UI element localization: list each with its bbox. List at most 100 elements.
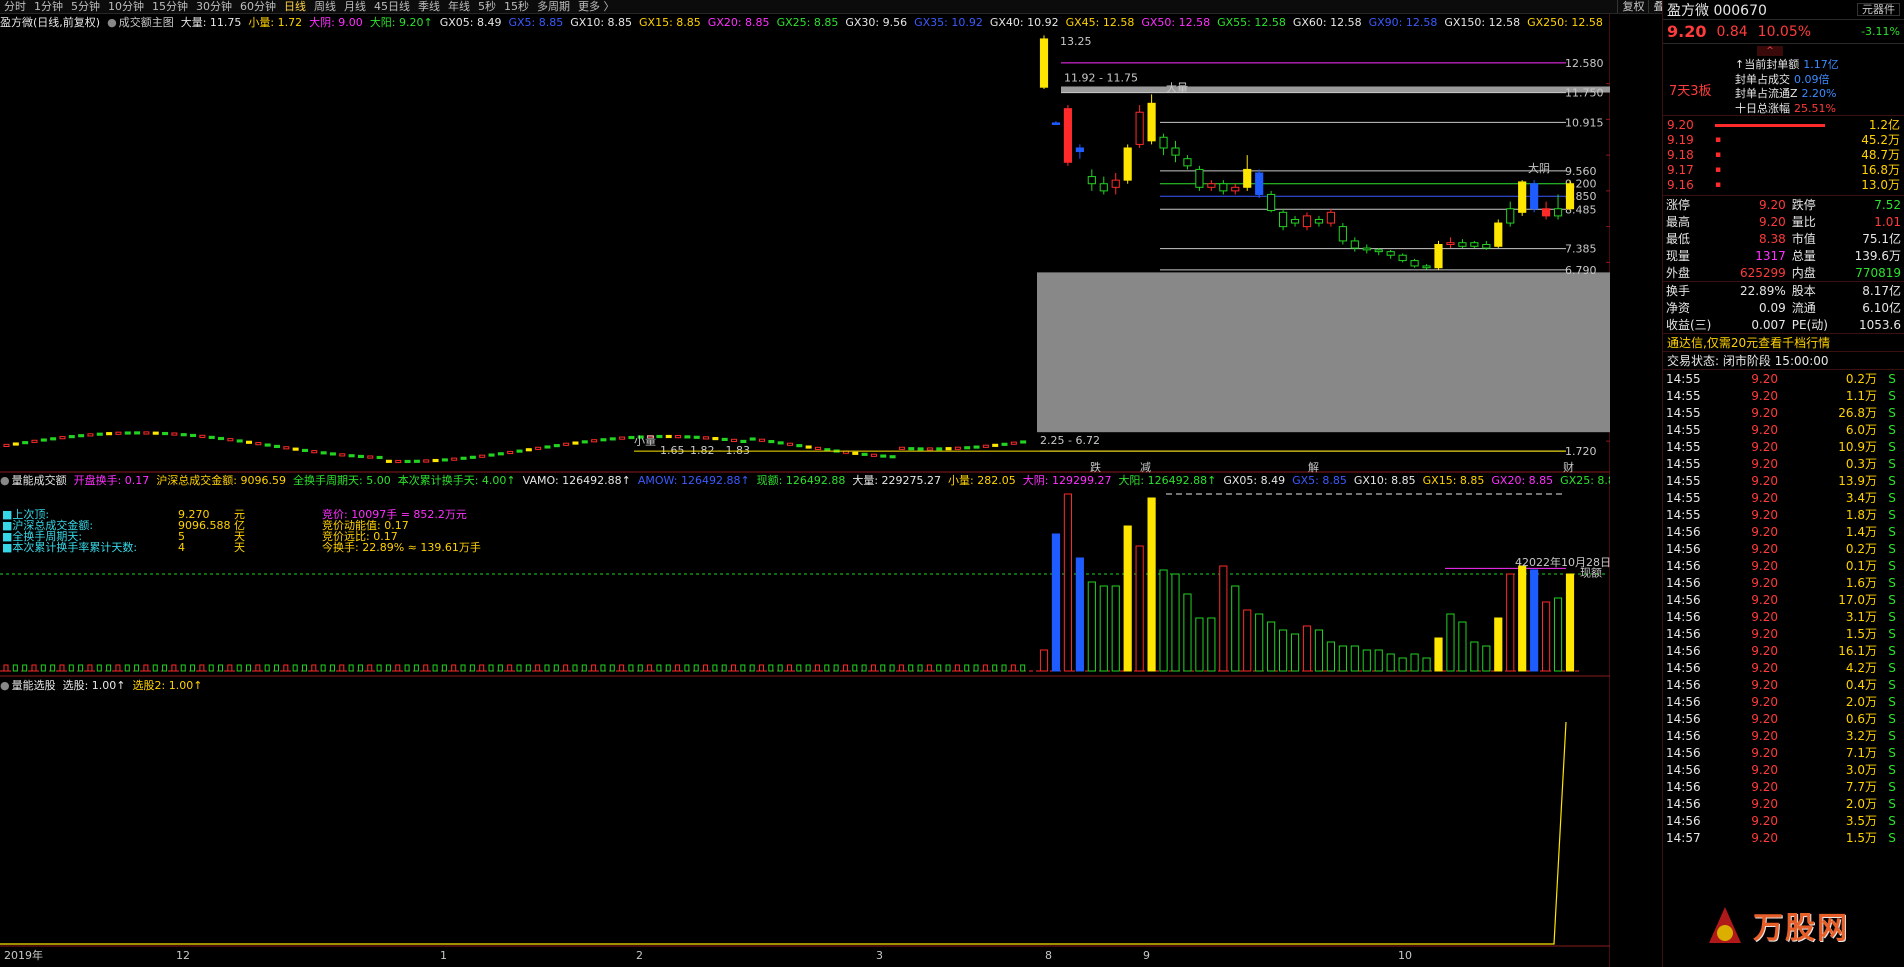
- period-tab[interactable]: 60分钟: [236, 0, 280, 13]
- volume-bar[interactable]: [1075, 557, 1084, 672]
- candle-body[interactable]: [1171, 147, 1180, 156]
- volume-bar[interactable]: [1123, 525, 1132, 672]
- volume-bar[interactable]: [1410, 653, 1419, 672]
- collapse-icon[interactable]: ^: [1757, 46, 1783, 56]
- candle-body[interactable]: [1147, 102, 1156, 142]
- indicator-settings-icon[interactable]: ●: [0, 474, 10, 487]
- period-tab[interactable]: 周线: [310, 0, 340, 13]
- volume-bar[interactable]: [1039, 649, 1049, 672]
- volume-bar[interactable]: [1087, 581, 1096, 672]
- order-book-row[interactable]: 9.20 1.2亿: [1663, 118, 1904, 133]
- volume-bar[interactable]: [1063, 493, 1072, 672]
- volume-bar[interactable]: [1374, 649, 1383, 672]
- volume-bar[interactable]: [1506, 573, 1515, 672]
- volume-bar[interactable]: [1255, 613, 1264, 672]
- candle-body[interactable]: [1302, 215, 1312, 228]
- period-tab[interactable]: 10分钟: [104, 0, 148, 13]
- candle-body[interactable]: [1374, 249, 1383, 253]
- candle-body[interactable]: [1565, 183, 1575, 210]
- promo-banner[interactable]: 通达信,仅需20元查看千档行情: [1663, 333, 1904, 351]
- period-tab[interactable]: 分时: [0, 0, 30, 13]
- candle-body[interactable]: [1530, 183, 1539, 210]
- period-tab[interactable]: 45日线: [370, 0, 414, 13]
- candle-body[interactable]: [1087, 176, 1096, 185]
- chart-canvas[interactable]: 12.0011.0010.009.008.007.006.005.004.003…: [0, 14, 1610, 967]
- period-tab[interactable]: 15分钟: [148, 0, 192, 13]
- candle-body[interactable]: [1207, 183, 1216, 188]
- volume-bar[interactable]: [1135, 545, 1144, 672]
- candle-body[interactable]: [1398, 254, 1407, 262]
- volume-bar[interactable]: [1195, 617, 1204, 672]
- order-book-row[interactable]: 9.18 ▪ 48.7万: [1663, 148, 1904, 163]
- volume-bar[interactable]: [1099, 585, 1108, 672]
- candle-body[interactable]: [1039, 38, 1049, 88]
- candle-body[interactable]: [1506, 208, 1515, 224]
- volume-bar[interactable]: [1051, 533, 1061, 672]
- order-book-row[interactable]: 9.17 ▪ 16.8万: [1663, 163, 1904, 178]
- candle-body[interactable]: [1470, 242, 1479, 247]
- volume-bar[interactable]: [1482, 645, 1491, 672]
- candle-body[interactable]: [1350, 240, 1359, 249]
- volume-bar[interactable]: [1207, 617, 1216, 672]
- period-tab[interactable]: 5分钟: [67, 0, 104, 13]
- candle-body[interactable]: [1410, 260, 1419, 267]
- candle-body[interactable]: [1267, 193, 1276, 212]
- volume-bar[interactable]: [1111, 585, 1120, 672]
- volume-bar[interactable]: [1290, 633, 1300, 672]
- volume-bar[interactable]: [1267, 621, 1276, 672]
- volume-bar[interactable]: [1398, 657, 1407, 672]
- sector-button[interactable]: 元器件: [1857, 3, 1900, 16]
- period-tab[interactable]: 日线: [280, 0, 310, 13]
- candle-body[interactable]: [1243, 168, 1252, 188]
- volume-bar[interactable]: [1446, 613, 1455, 672]
- candle-body[interactable]: [1458, 242, 1467, 247]
- candle-body[interactable]: [1075, 147, 1084, 153]
- period-tab[interactable]: 5秒: [474, 0, 500, 13]
- volume-indicator-name[interactable]: 量能成交额: [12, 472, 67, 488]
- volume-bar[interactable]: [1434, 637, 1443, 672]
- volume-bar[interactable]: [1565, 573, 1575, 672]
- candle-body[interactable]: [1219, 183, 1228, 192]
- volume-bar[interactable]: [1183, 593, 1192, 672]
- period-tab[interactable]: 季线: [414, 0, 444, 13]
- volume-bar[interactable]: [1147, 497, 1156, 672]
- volume-bar[interactable]: [1350, 645, 1359, 672]
- volume-bar[interactable]: [1171, 573, 1180, 672]
- volume-bar[interactable]: [1219, 565, 1228, 672]
- volume-bar[interactable]: [1518, 565, 1527, 672]
- candle-body[interactable]: [1314, 218, 1324, 224]
- period-tab[interactable]: 多周期: [533, 0, 574, 13]
- volume-bar[interactable]: [1338, 645, 1347, 672]
- volume-bar[interactable]: [1542, 601, 1551, 672]
- candle-body[interactable]: [1338, 226, 1347, 242]
- volume-bar[interactable]: [1530, 569, 1539, 672]
- selection-indicator-name[interactable]: 量能选股: [12, 677, 56, 693]
- volume-bar[interactable]: [1494, 617, 1503, 672]
- candle-body[interactable]: [1135, 111, 1144, 145]
- volume-bar[interactable]: [1279, 629, 1288, 672]
- volume-bar[interactable]: [1159, 569, 1168, 672]
- volume-bar[interactable]: [1458, 621, 1467, 672]
- candle-body[interactable]: [1183, 158, 1192, 167]
- candle-body[interactable]: [1290, 218, 1300, 224]
- candle-body[interactable]: [1051, 122, 1061, 125]
- volume-bar[interactable]: [1231, 585, 1240, 672]
- indicator-settings-icon[interactable]: ●: [0, 679, 10, 692]
- candle-body[interactable]: [1434, 244, 1443, 269]
- candle-body[interactable]: [1326, 211, 1335, 224]
- candle-body[interactable]: [1123, 147, 1132, 181]
- candle-body[interactable]: [1063, 108, 1072, 163]
- period-tab[interactable]: 30分钟: [192, 0, 236, 13]
- period-tab[interactable]: 月线: [340, 0, 370, 13]
- candle-body[interactable]: [1255, 172, 1264, 195]
- volume-bar[interactable]: [1243, 609, 1252, 672]
- candle-body[interactable]: [1111, 179, 1120, 188]
- candle-body[interactable]: [1279, 211, 1288, 228]
- period-tab[interactable]: 年线: [444, 0, 474, 13]
- volume-bar[interactable]: [1386, 653, 1395, 672]
- period-tab[interactable]: 更多 〉: [574, 0, 619, 13]
- volume-bar[interactable]: [1302, 625, 1312, 672]
- volume-bar[interactable]: [1470, 641, 1479, 672]
- candle-body[interactable]: [1446, 242, 1455, 245]
- candle-body[interactable]: [1386, 251, 1395, 256]
